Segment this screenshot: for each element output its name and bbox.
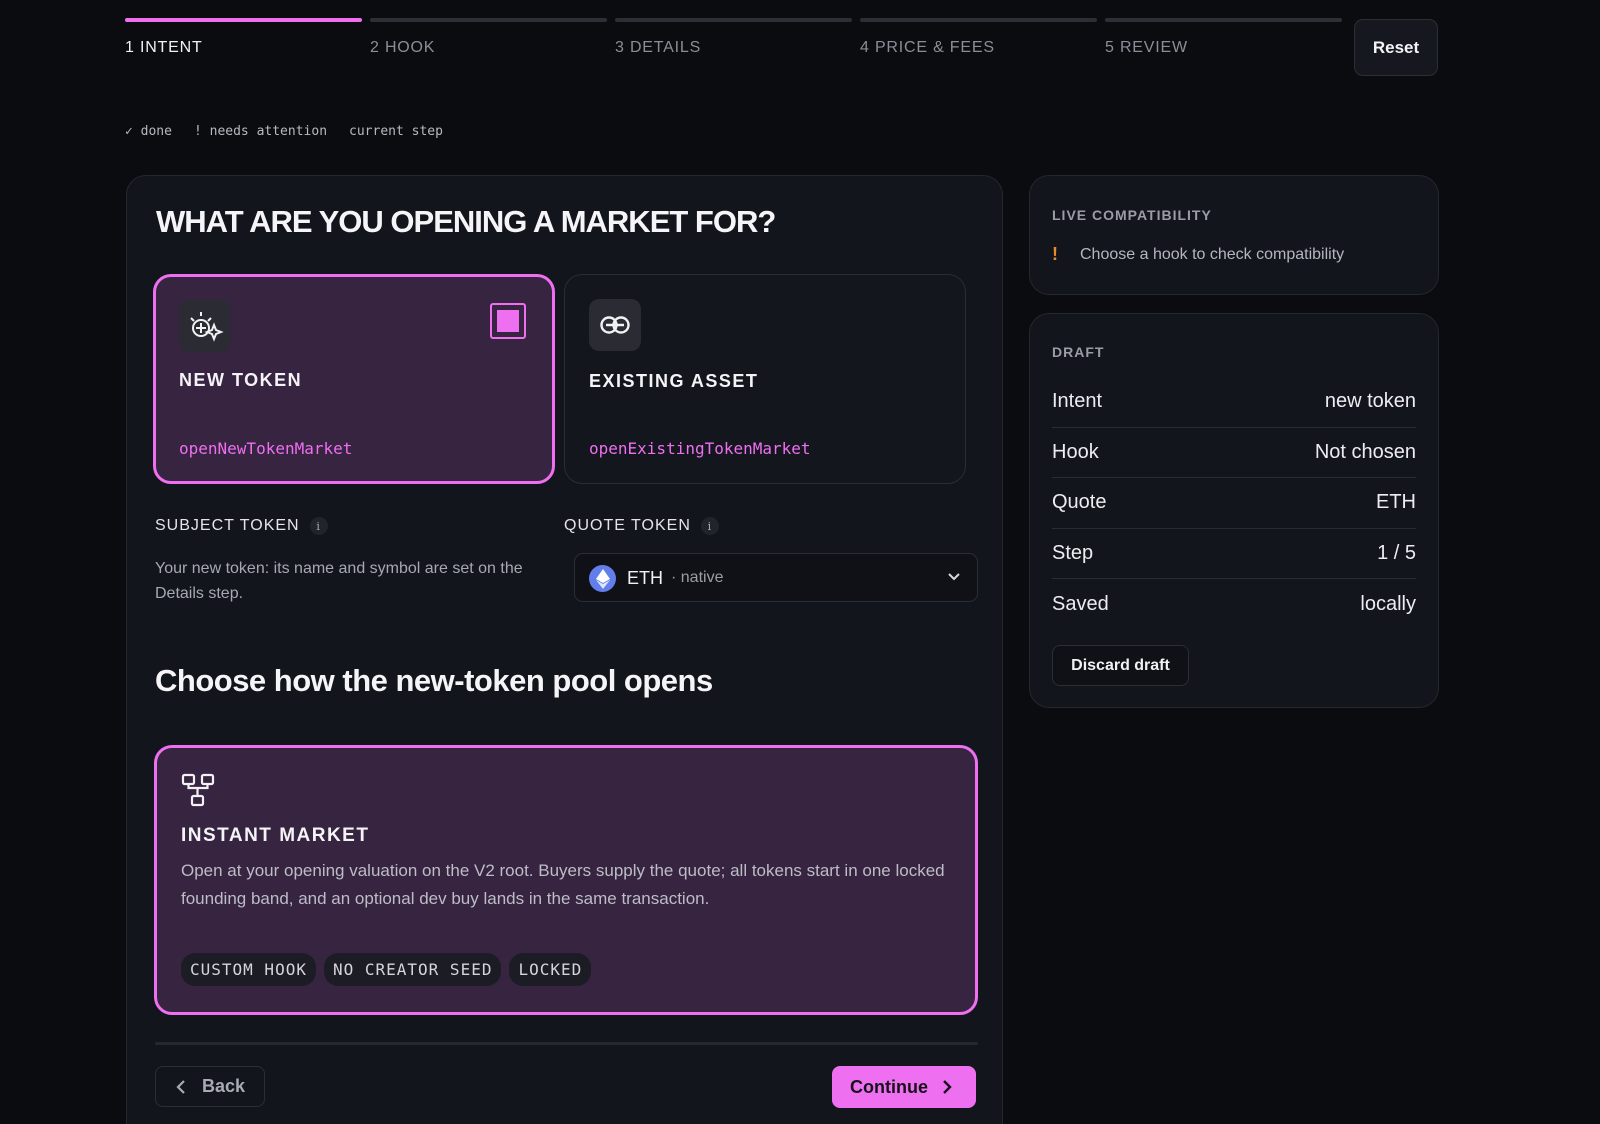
- intent-title: NEW TOKEN: [179, 370, 303, 390]
- back-button-label: Back: [202, 1076, 246, 1096]
- quote-token-type: · native: [671, 569, 724, 586]
- selected-checkbox[interactable]: [490, 303, 526, 339]
- tag-locked: LOCKED: [509, 953, 592, 986]
- continue-button-label: Continue: [850, 1076, 928, 1097]
- draft-key: Saved: [1052, 592, 1109, 615]
- eth-icon: [589, 565, 616, 592]
- hook-description: Open at your opening valuation on the V2…: [181, 861, 945, 908]
- quote-token-select[interactable]: ETH · native: [574, 553, 978, 602]
- intent-title: EXISTING ASSET: [589, 371, 759, 391]
- step-intent[interactable]: 1 INTENT: [125, 18, 362, 78]
- draft-row-intent: Intent new token: [1052, 377, 1416, 428]
- draft-key: Quote: [1052, 491, 1107, 514]
- quote-token-label-text: QUOTE TOKEN: [564, 517, 691, 534]
- step-label: 2 HOOK: [370, 39, 436, 56]
- draft-row-step: Step 1 / 5: [1052, 529, 1416, 579]
- intent-function-name: openNewTokenMarket: [179, 439, 353, 458]
- compatibility-message: Choose a hook to check compatibility: [1080, 245, 1345, 263]
- draft-value: ETH: [1376, 491, 1416, 514]
- draft-row-quote: Quote ETH: [1052, 478, 1416, 529]
- chevron-down-icon: [947, 570, 961, 589]
- reset-button[interactable]: Reset: [1354, 19, 1438, 76]
- draft-panel: DRAFT Intent new token Hook Not chosen Q…: [1029, 313, 1439, 708]
- step-progress-bar: [615, 18, 852, 22]
- link-icon: [589, 299, 641, 351]
- compatibility-status: ! Choose a hook to check compatibility: [1052, 244, 1344, 265]
- legend-current: current step: [349, 124, 443, 139]
- step-progress-bar: [1105, 18, 1342, 22]
- chevron-right-icon: [943, 1080, 952, 1094]
- draft-key: Intent: [1052, 390, 1103, 413]
- step-progress-bar: [125, 18, 362, 22]
- continue-button[interactable]: Continue: [832, 1066, 976, 1108]
- subject-token-description: Your new token: its name and symbol are …: [155, 560, 523, 602]
- draft-heading: DRAFT: [1052, 344, 1105, 360]
- hook-title: INSTANT MARKET: [181, 825, 370, 846]
- step-label: 5 REVIEW: [1105, 39, 1188, 56]
- legend-attention: ! needs attention: [193, 124, 328, 139]
- draft-row-saved: Saved locally: [1052, 579, 1416, 630]
- step-details[interactable]: 3 DETAILS: [615, 18, 852, 78]
- draft-value: locally: [1360, 592, 1416, 615]
- draft-summary: Intent new token Hook Not chosen Quote E…: [1052, 377, 1416, 630]
- sparkle-plus-icon: [179, 300, 231, 352]
- compatibility-heading: LIVE COMPATIBILITY: [1052, 207, 1212, 223]
- intent-card-new-token[interactable]: NEW TOKEN openNewTokenMarket: [153, 274, 555, 484]
- legend-done: ✓ done: [125, 124, 172, 139]
- info-icon[interactable]: i: [700, 517, 719, 535]
- intent-card-existing-asset[interactable]: EXISTING ASSET openExistingTokenMarket: [564, 274, 966, 484]
- divider: [155, 1042, 978, 1045]
- warning-icon: !: [1052, 244, 1058, 264]
- step-label: 4 PRICE & FEES: [860, 39, 995, 56]
- back-button[interactable]: Back: [155, 1066, 265, 1107]
- compatibility-panel: LIVE COMPATIBILITY ! Choose a hook to ch…: [1029, 175, 1439, 295]
- discard-draft-button[interactable]: Discard draft: [1052, 645, 1189, 686]
- subject-token-label: SUBJECT TOKEN i: [155, 517, 328, 535]
- step-legend: ✓ done ! needs attention current step: [125, 124, 443, 139]
- section-title: Choose how the new-token pool opens: [155, 663, 713, 698]
- page-title: WHAT ARE YOU OPENING A MARKET FOR?: [156, 204, 776, 239]
- nodes-icon: [181, 773, 215, 812]
- draft-value: new token: [1324, 390, 1416, 413]
- stepper: 1 INTENT 2 HOOK 3 DETAILS 4 PRICE & FEES…: [125, 18, 1342, 78]
- quote-token-symbol: ETH: [627, 568, 663, 588]
- step-hook[interactable]: 2 HOOK: [370, 18, 607, 78]
- hook-card-instant-market[interactable]: INSTANT MARKET Open at your opening valu…: [154, 745, 978, 1015]
- subject-token-label-text: SUBJECT TOKEN: [155, 517, 300, 534]
- draft-row-hook: Hook Not chosen: [1052, 428, 1416, 478]
- intent-panel: WHAT ARE YOU OPENING A MARKET FOR? NEW T…: [126, 175, 1003, 1124]
- tag-custom-hook: CUSTOM HOOK: [181, 953, 316, 986]
- step-review[interactable]: 5 REVIEW: [1105, 18, 1342, 78]
- hook-tags: CUSTOM HOOK NO CREATOR SEED LOCKED: [181, 953, 592, 986]
- tag-no-creator-seed: NO CREATOR SEED: [323, 953, 502, 986]
- step-label: 3 DETAILS: [615, 39, 702, 56]
- info-icon[interactable]: i: [309, 517, 328, 535]
- draft-value: Not chosen: [1314, 440, 1416, 463]
- intent-function-name: openExistingTokenMarket: [589, 439, 811, 458]
- step-progress-bar: [860, 18, 1097, 22]
- chevron-left-icon: [176, 1079, 185, 1094]
- step-progress-bar: [370, 18, 607, 22]
- quote-token-label: QUOTE TOKEN i: [564, 517, 719, 535]
- draft-key: Hook: [1052, 440, 1099, 463]
- step-price-fees[interactable]: 4 PRICE & FEES: [860, 18, 1097, 78]
- step-label: 1 INTENT: [125, 39, 203, 56]
- draft-value: 1 / 5: [1377, 541, 1416, 564]
- draft-key: Step: [1052, 541, 1094, 564]
